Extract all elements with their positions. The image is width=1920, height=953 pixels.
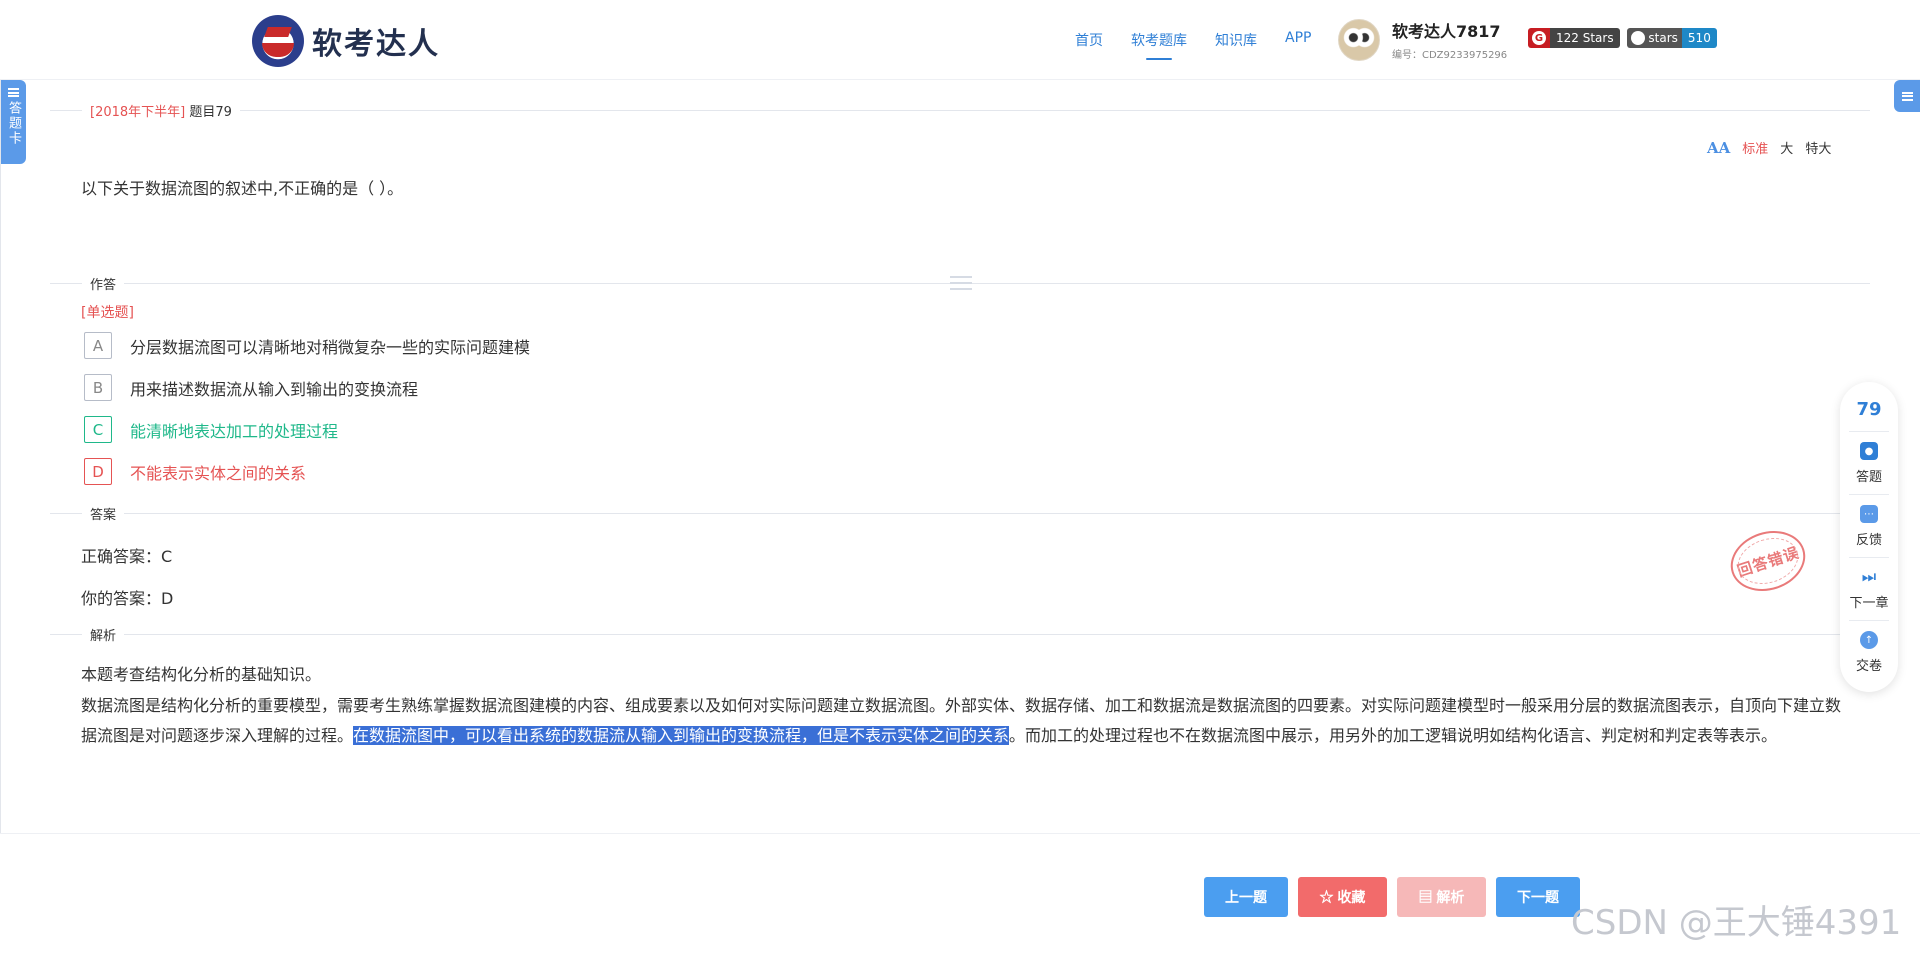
answer-sheet-icon: ●	[1860, 442, 1878, 460]
font-size-standard[interactable]: 标准	[1742, 138, 1768, 157]
menu-icon	[1901, 91, 1913, 101]
submit-icon: ↑	[1860, 631, 1878, 649]
question-type: [单选题]	[81, 305, 134, 321]
repo-badges: G 122 Stars stars 510	[1528, 28, 1717, 48]
option-a[interactable]: A 分层数据流图可以清晰地对稍微复杂一些的实际问题建模	[84, 332, 530, 359]
logo-mark-icon	[252, 15, 304, 67]
top-header: 软考达人 首页 软考题库 知识库 APP 软考达人7817 编号：CDZ9233…	[0, 0, 1920, 80]
next-chapter-button[interactable]: ⏭ 下一章	[1849, 557, 1889, 620]
analysis-body: 数据流图是结构化分析的重要模型，需要考生熟练掌握数据流图建模的内容、组成要素以及…	[81, 695, 1842, 745]
divider	[50, 110, 1870, 111]
option-c[interactable]: C 能清晰地表达加工的处理过程	[84, 416, 338, 443]
wrong-answer-stamp: 回答错误	[1722, 521, 1814, 601]
github-stars-badge[interactable]: stars 510	[1626, 28, 1717, 48]
current-question-number: 79	[1856, 399, 1882, 420]
next-chapter-icon: ⏭	[1861, 567, 1877, 586]
site-logo[interactable]: 软考达人	[252, 15, 440, 67]
option-text: 用来描述数据流从输入到输出的变换流程	[130, 379, 419, 399]
github-icon	[1630, 31, 1645, 45]
question-meta: [2018年下半年] 题目79	[82, 101, 240, 120]
your-answer: 你的答案：D	[81, 589, 174, 608]
logo-text: 软考达人	[312, 27, 440, 62]
option-key: D	[84, 458, 112, 485]
selected-text: 在数据流图中，可以看出系统的数据流从输入到输出的变换流程，但是不表示实体之间的关…	[353, 726, 1010, 745]
content-border	[0, 80, 1, 833]
option-key: B	[84, 374, 112, 401]
section-label-answer-input: 作答	[82, 274, 125, 293]
next-question-button[interactable]: 下一题	[1496, 877, 1580, 917]
menu-icon	[7, 88, 19, 97]
option-key: C	[84, 416, 112, 443]
analysis-intro: 本题考查结构化分析的基础知识。	[81, 665, 322, 684]
font-size-large[interactable]: 大	[1780, 138, 1793, 157]
divider	[50, 634, 1870, 635]
section-label-analysis: 解析	[82, 625, 125, 644]
tool-panel: 79 ● 答题 ⋯ 反馈 ⏭ 下一章 ↑ 交卷	[1840, 382, 1898, 692]
user-id: 编号：CDZ9233975296	[1392, 50, 1508, 61]
answer-sheet-button[interactable]: ● 答题	[1849, 431, 1889, 494]
option-d[interactable]: D 不能表示实体之间的关系	[84, 458, 306, 485]
user-name: 软考达人7817	[1392, 22, 1501, 41]
question-number: 题目79	[189, 105, 232, 120]
main-nav: 首页 软考题库 知识库 APP	[1075, 30, 1339, 60]
gitee-icon: G	[1532, 31, 1546, 45]
feedback-button[interactable]: ⋯ 反馈	[1849, 494, 1889, 557]
feedback-icon: ⋯	[1860, 505, 1878, 523]
font-size-xlarge[interactable]: 特大	[1805, 138, 1831, 157]
prev-question-button[interactable]: 上一题	[1204, 877, 1288, 917]
analysis-button[interactable]: ▤ 解析	[1397, 877, 1486, 917]
option-text: 分层数据流图可以清晰地对稍微复杂一些的实际问题建模	[130, 337, 531, 357]
divider	[50, 513, 1870, 514]
option-text: 能清晰地表达加工的处理过程	[130, 421, 339, 441]
favorite-button[interactable]: ☆ 收藏	[1298, 877, 1387, 917]
year-tag: [2018年下半年]	[90, 105, 186, 120]
analysis-text: 本题考查结构化分析的基础知识。 数据流图是结构化分析的重要模型，需要考生熟练掌握…	[81, 660, 1841, 752]
right-panel-toggle[interactable]	[1894, 80, 1920, 112]
option-b[interactable]: B 用来描述数据流从输入到输出的变换流程	[84, 374, 418, 401]
section-label-answer: 答案	[82, 504, 125, 523]
user-profile[interactable]: 软考达人7817 编号：CDZ9233975296	[1338, 18, 1507, 61]
nav-app[interactable]: APP	[1285, 30, 1311, 50]
option-text: 不能表示实体之间的关系	[130, 463, 307, 483]
correct-answer: 正确答案：C	[81, 547, 173, 566]
option-key: A	[84, 332, 112, 359]
question-text: 以下关于数据流图的叙述中,不正确的是（ ）。	[81, 179, 404, 198]
watermark: CSDN @王大锤4391	[1571, 903, 1902, 943]
avatar[interactable]	[1338, 18, 1380, 61]
nav-home[interactable]: 首页	[1075, 30, 1103, 50]
font-size-switcher: AA 标准 大 特大	[1707, 138, 1831, 158]
nav-question-bank[interactable]: 软考题库	[1131, 30, 1187, 60]
submit-button[interactable]: ↑ 交卷	[1849, 620, 1889, 683]
drag-handle-icon[interactable]	[950, 276, 972, 290]
answer-card-tab[interactable]: 答题卡	[0, 80, 26, 164]
nav-knowledge-base[interactable]: 知识库	[1215, 30, 1257, 50]
font-size-icon: AA	[1707, 138, 1731, 157]
gitee-stars-badge[interactable]: G 122 Stars	[1528, 28, 1620, 48]
